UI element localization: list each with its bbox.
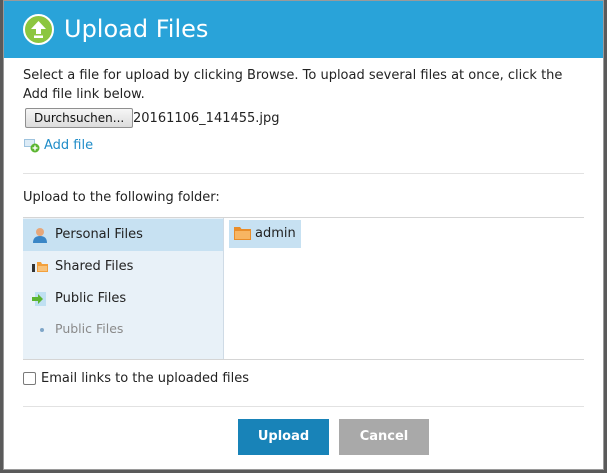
public-folder-icon [32,292,46,306]
dialog-title: Upload Files [64,15,209,43]
shared-folder-icon [32,262,48,272]
folder-browser: Personal Files Shared Files Public Files [23,217,584,360]
folder-heading: Upload to the following folder: [23,190,220,205]
add-file-icon [24,139,40,153]
nav-shared-files-label: Shared Files [55,259,134,274]
browse-button[interactable]: Durchsuchen... [25,108,134,128]
nav-personal-files-label: Personal Files [55,227,143,242]
upload-files-dialog: Upload Files Select a file for upload by… [3,0,604,470]
nav-public-files[interactable]: Public Files [23,283,223,315]
nav-public-files-subfolder-label: Public Files [55,321,124,336]
cancel-button[interactable]: Cancel [339,419,429,455]
user-icon [33,228,47,243]
folder-tree: Personal Files Shared Files Public Files [23,218,224,359]
bullet-icon [40,328,44,332]
selected-file-name: 20161106_141455.jpg [133,111,280,126]
nav-shared-files[interactable]: Shared Files [23,251,223,283]
nav-public-files-subfolder[interactable]: Public Files [23,319,223,341]
dialog-header: Upload Files [4,1,603,58]
section-divider [23,173,584,174]
nav-public-files-label: Public Files [55,291,127,306]
upload-button[interactable]: Upload [238,419,329,455]
upload-instructions: Select a file for upload by clicking Bro… [23,68,563,102]
nav-personal-files[interactable]: Personal Files [23,219,223,251]
upload-arrow-icon [23,14,54,45]
footer-divider [23,406,584,407]
email-links-checkbox[interactable] [23,372,36,385]
folder-admin[interactable]: admin [229,220,301,248]
add-file-label[interactable]: Add file [44,137,93,155]
folder-admin-label: admin [255,226,296,241]
email-links-label[interactable]: Email links to the uploaded files [41,370,249,388]
folder-icon [234,227,251,240]
